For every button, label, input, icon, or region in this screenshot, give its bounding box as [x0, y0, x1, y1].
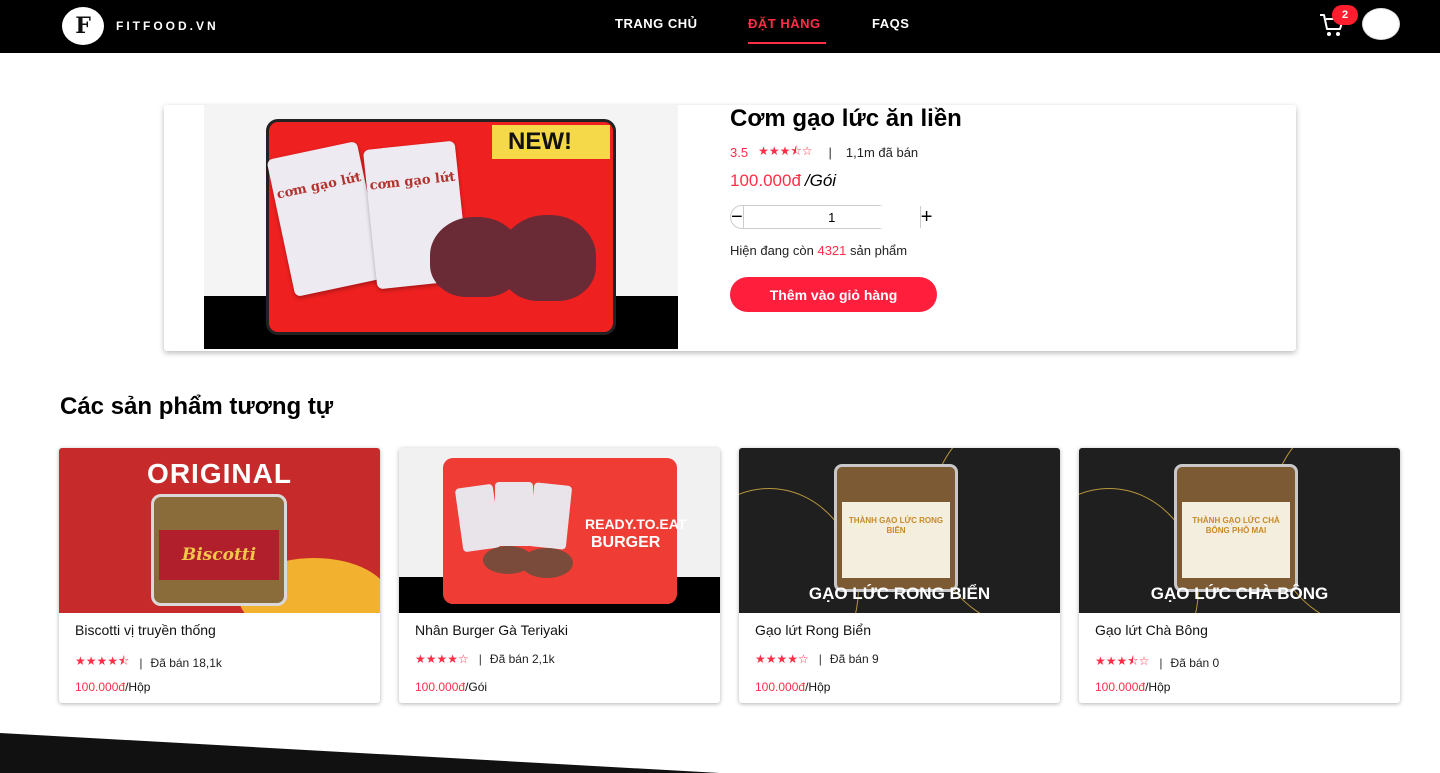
quantity-stepper: − +: [730, 205, 932, 229]
sold-count: Đã bán 0: [1170, 655, 1220, 670]
price-unit: /Gói: [465, 680, 488, 694]
product-card-image: READY.TO.EAT BURGER: [399, 448, 720, 613]
sold-count: Đã bán 9: [829, 652, 879, 666]
price: 100.000đ: [1095, 680, 1146, 694]
product-card-image: THÀNH GẠO LỨC RONG BIỂN GẠO LỨC RONG BIỂ…: [739, 448, 1060, 613]
price-unit: /Hộp: [1145, 680, 1171, 694]
price: 100.000đ: [730, 171, 801, 190]
rice-ball: [500, 215, 596, 301]
rating-value: 3.5: [730, 145, 749, 160]
product-card-image: ORIGINAL Biscotti: [59, 448, 380, 613]
stock-count: 4321: [817, 243, 847, 258]
star-rating-icon: ★★★★⯪: [75, 654, 130, 668]
star-rating-icon: ★★★★☆: [415, 652, 469, 666]
star-rating-icon: ★★★⯪☆: [758, 144, 813, 158]
new-badge: NEW!: [492, 125, 610, 159]
product-card-image: THÀNH GẠO LỨC CHÀ BÔNG PHÔ MAI GẠO LỨC C…: [1079, 448, 1400, 613]
product-rating-row: 3.5 ★★★⯪☆ | 1,1m đã bán: [730, 142, 918, 163]
product-card-name: Nhân Burger Gà Teriyaki: [415, 622, 569, 638]
price-unit: /Hộp: [805, 680, 831, 694]
price-unit: /Gói: [804, 171, 837, 190]
cart-count-badge: 2: [1332, 5, 1358, 25]
sold-count: 1,1m đã bán: [845, 145, 919, 160]
logo-icon: F: [60, 5, 106, 47]
avatar[interactable]: [1362, 8, 1400, 40]
top-navbar: F FITFOOD.VN TRANG CHỦ ĐẶT HÀNG FAQS 2: [0, 0, 1440, 53]
product-card-name: Biscotti vị truyền thống: [75, 622, 216, 638]
price: 100.000đ: [75, 680, 126, 694]
nav-dat-hang[interactable]: ĐẶT HÀNG: [748, 16, 821, 31]
nav-faqs[interactable]: FAQS: [872, 16, 909, 31]
product-card[interactable]: THÀNH GẠO LỨC CHÀ BÔNG PHÔ MAI GẠO LỨC C…: [1079, 448, 1400, 703]
price-unit: /Hộp: [125, 680, 151, 694]
logo-text: FITFOOD.VN: [116, 19, 219, 33]
quantity-input[interactable]: [742, 206, 921, 228]
nav-active-underline: [748, 42, 826, 44]
star-rating-icon: ★★★★☆: [755, 652, 809, 666]
product-card[interactable]: READY.TO.EAT BURGER Nhân Burger Gà Teriy…: [399, 448, 720, 703]
price: 100.000đ: [415, 680, 466, 694]
price: 100.000đ: [755, 680, 806, 694]
price-row: 100.000đ/Gói: [730, 171, 836, 191]
product-image: NEW! cơm gạo lứt cơm gạo lứt: [204, 105, 678, 349]
sold-count: Đã bán 18,1k: [150, 655, 222, 670]
similar-section-title: Các sản phẩm tương tự: [60, 393, 334, 420]
product-title: Cơm gạo lức ăn liền: [730, 105, 962, 132]
plus-icon[interactable]: +: [921, 206, 933, 228]
logo[interactable]: F FITFOOD.VN: [60, 5, 219, 47]
product-card[interactable]: THÀNH GẠO LỨC RONG BIỂN GẠO LỨC RONG BIỂ…: [739, 448, 1060, 703]
star-rating-icon: ★★★⯪☆: [1095, 654, 1150, 668]
stock-info: Hiện đang còn 4321 sản phẩm: [730, 243, 908, 258]
product-card-name: Gạo lứt Rong Biển: [755, 622, 871, 638]
minus-icon[interactable]: −: [731, 206, 743, 228]
product-detail-card: NEW! cơm gạo lứt cơm gạo lứt Cơm gạo lức…: [164, 105, 1296, 351]
product-card-name: Gạo lứt Chà Bông: [1095, 622, 1208, 638]
add-to-cart-button[interactable]: Thêm vào giỏ hàng: [730, 277, 937, 312]
product-card[interactable]: ORIGINAL Biscotti Biscotti vị truyền thố…: [59, 448, 380, 703]
nav-trang-chu[interactable]: TRANG CHỦ: [615, 16, 698, 31]
sold-count: Đã bán 2,1k: [489, 652, 555, 666]
footer-decoration: [0, 733, 1440, 773]
